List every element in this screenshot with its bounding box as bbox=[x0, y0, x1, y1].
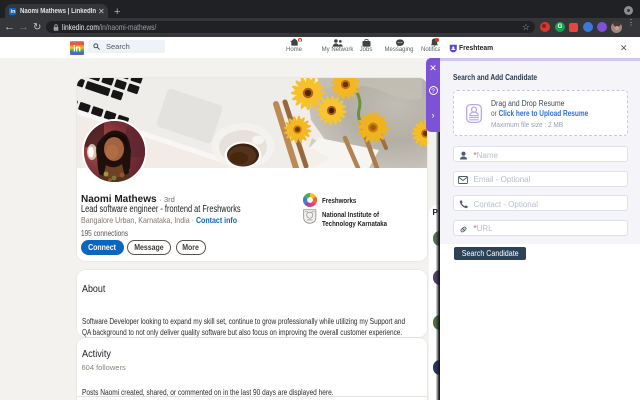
svg-text:in: in bbox=[73, 43, 81, 53]
